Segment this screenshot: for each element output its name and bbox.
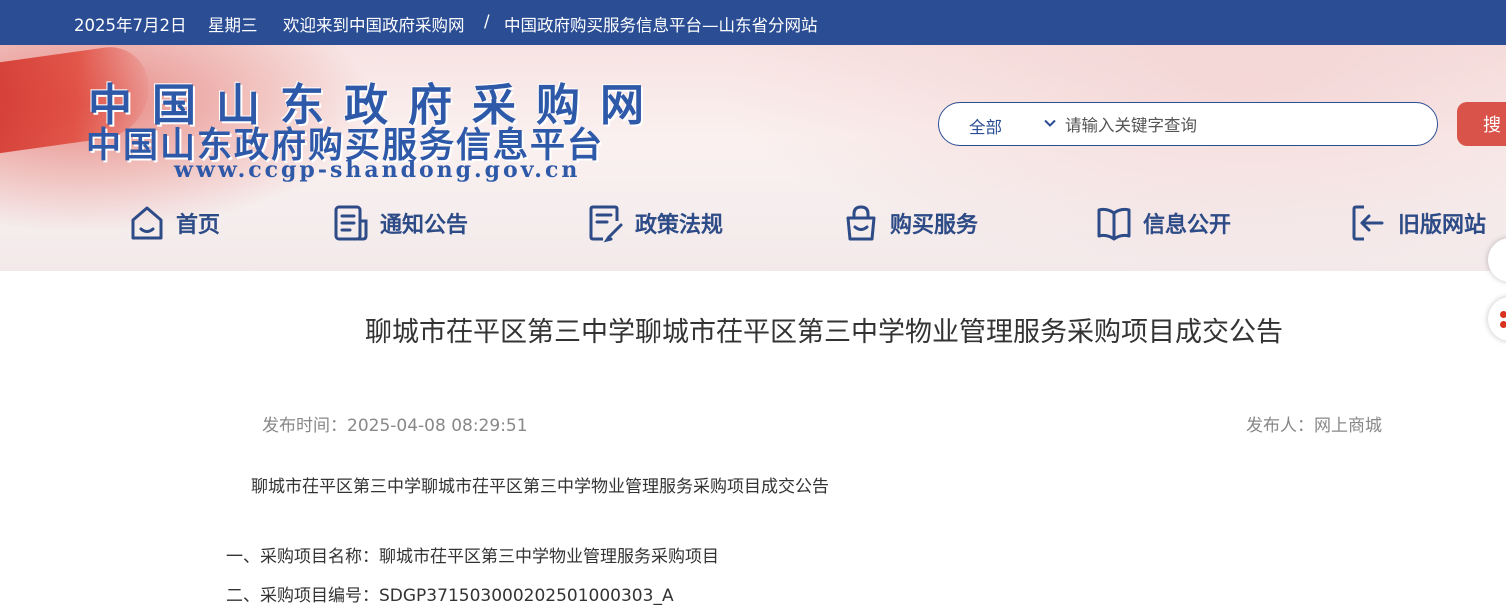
nav-item-label: 通知公告	[380, 213, 469, 238]
header-banner: 中国山东政府采购网 中国山东政府购买服务信息平台 www.ccgp-shando…	[0, 45, 1506, 271]
subsite-link[interactable]: 中国政府购买服务信息平台—山东省分网站	[504, 12, 818, 36]
search-input[interactable]	[1063, 109, 1427, 141]
site-logo-url: www.ccgp-shandong.gov.cn	[174, 157, 581, 183]
welcome-link[interactable]: 欢迎来到中国政府采购网	[283, 12, 465, 36]
nav-item-label: 购买服务	[890, 213, 979, 238]
home-icon	[131, 206, 163, 240]
search-button[interactable]: 搜	[1457, 102, 1506, 146]
nav-item-old-site[interactable]: 旧版网站	[1350, 200, 1486, 246]
article-title: 聊城市茌平区第三中学聊城市茌平区第三中学物业管理服务采购项目成交公告	[365, 317, 1283, 348]
search-category-select[interactable]: 全部	[969, 114, 1002, 138]
article-item: 一、采购项目名称：聊城市茌平区第三中学物业管理服务采购项目	[226, 547, 719, 567]
current-date: 2025年7月2日	[74, 16, 187, 35]
search-bar: 全部	[938, 102, 1438, 146]
publisher: 发布人：网上商城	[1246, 416, 1382, 436]
nav-item-home[interactable]: 首页	[128, 200, 220, 246]
chevron-down-icon[interactable]	[1043, 116, 1057, 130]
nav-item-label: 政策法规	[635, 213, 724, 238]
article-intro: 聊城市茌平区第三中学聊城市茌平区第三中学物业管理服务采购项目成交公告	[251, 477, 829, 497]
nav-item-policy[interactable]: 政策法规	[587, 200, 723, 246]
nav-item-notice[interactable]: 通知公告	[332, 200, 468, 246]
article-item: 二、采购项目编号：SDGP371503000202501000303_A	[226, 586, 674, 606]
topbar-separator: /	[484, 12, 490, 31]
back-arrow-icon	[1352, 205, 1384, 241]
notice-icon	[334, 205, 368, 241]
top-bar: 2025年7月2日 星期三 欢迎来到中国政府采购网 / 中国政府购买服务信息平台…	[0, 0, 1506, 45]
nav-item-label: 信息公开	[1143, 213, 1232, 238]
current-weekday: 星期三	[208, 16, 258, 35]
shopping-bag-icon	[846, 205, 876, 241]
nav-item-info-disclosure[interactable]: 信息公开	[1095, 200, 1231, 246]
open-book-icon	[1097, 207, 1131, 241]
nav-item-label: 旧版网站	[1398, 213, 1487, 238]
publish-time: 发布时间：2025-04-08 08:29:51	[262, 416, 528, 436]
policy-icon	[589, 205, 623, 243]
nav-item-label: 首页	[176, 213, 221, 238]
nav-item-purchase-service[interactable]: 购买服务	[842, 200, 978, 246]
